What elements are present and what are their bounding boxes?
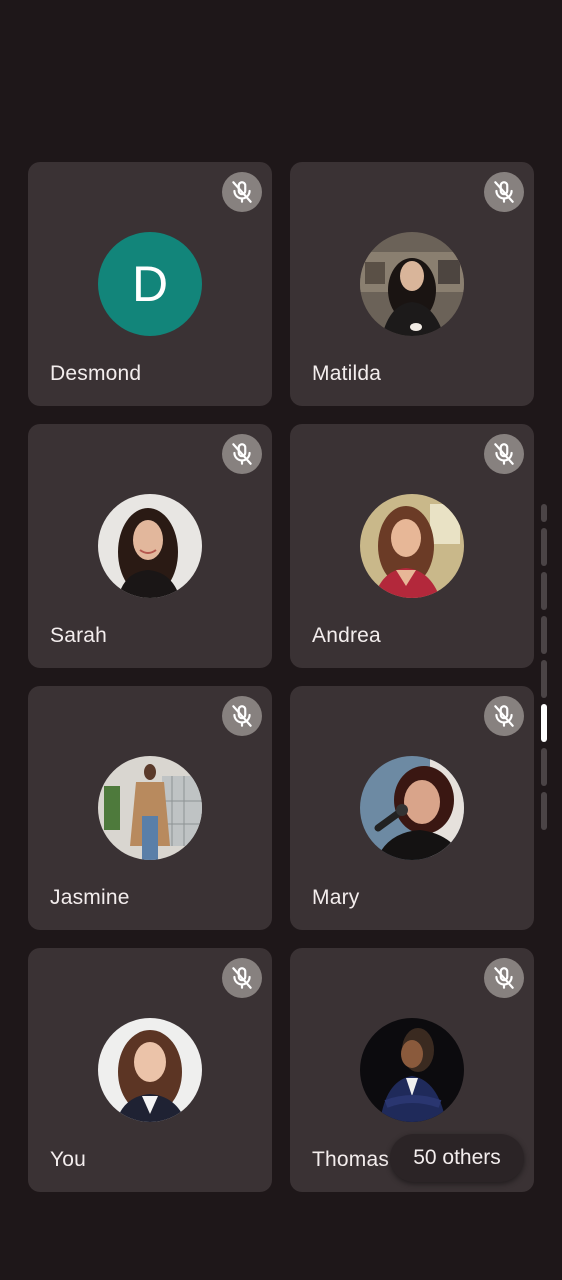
scroll-segment xyxy=(541,504,547,522)
participant-name: You xyxy=(50,1148,87,1171)
participant-name: Sarah xyxy=(50,624,108,647)
scroll-segment xyxy=(541,748,547,786)
participant-tile-andrea[interactable]: Andrea xyxy=(290,424,534,668)
participant-name: Matilda xyxy=(312,362,382,385)
participant-tile-mary[interactable]: Mary xyxy=(290,686,534,930)
photo-avatar xyxy=(98,756,202,860)
scroll-segment xyxy=(541,660,547,698)
participant-tile-matilda[interactable]: Matilda xyxy=(290,162,534,406)
avatar-initial: D xyxy=(131,256,169,312)
photo-avatar xyxy=(360,494,464,598)
mic-off-icon xyxy=(484,172,524,212)
mic-off-icon xyxy=(222,172,262,212)
mic-off-icon xyxy=(484,696,524,736)
mic-off-icon xyxy=(222,958,262,998)
participant-tile-you[interactable]: You xyxy=(28,948,272,1192)
photo-avatar xyxy=(360,756,464,860)
mic-off-icon xyxy=(484,958,524,998)
photo-avatar xyxy=(360,1018,464,1122)
participant-tile-jasmine[interactable]: Jasmine xyxy=(28,686,272,930)
scroll-segment xyxy=(541,616,547,654)
page-scroll-indicator[interactable] xyxy=(541,504,548,836)
participant-name: Andrea xyxy=(312,624,381,647)
others-chip[interactable]: 50 others xyxy=(390,1134,524,1182)
photo-avatar xyxy=(98,1018,202,1122)
scroll-segment xyxy=(541,792,547,830)
photo-avatar xyxy=(98,494,202,598)
meeting-screen: D Desmond Matilda Sarah Andrea Jasmine M… xyxy=(0,0,562,1280)
mic-off-icon xyxy=(222,696,262,736)
participant-name: Thomas xyxy=(312,1148,390,1171)
initial-avatar: D xyxy=(98,232,202,336)
participant-name: Mary xyxy=(312,886,360,909)
photo-avatar xyxy=(360,232,464,336)
scroll-segment-active xyxy=(541,704,547,742)
mic-off-icon xyxy=(484,434,524,474)
participant-tile-desmond[interactable]: D Desmond xyxy=(28,162,272,406)
mic-off-icon xyxy=(222,434,262,474)
scroll-segment xyxy=(541,572,547,610)
participant-tile-sarah[interactable]: Sarah xyxy=(28,424,272,668)
participant-grid: D Desmond Matilda Sarah Andrea Jasmine M… xyxy=(28,162,534,1192)
participant-name: Desmond xyxy=(50,362,142,385)
participant-name: Jasmine xyxy=(50,886,130,909)
scroll-segment xyxy=(541,528,547,566)
